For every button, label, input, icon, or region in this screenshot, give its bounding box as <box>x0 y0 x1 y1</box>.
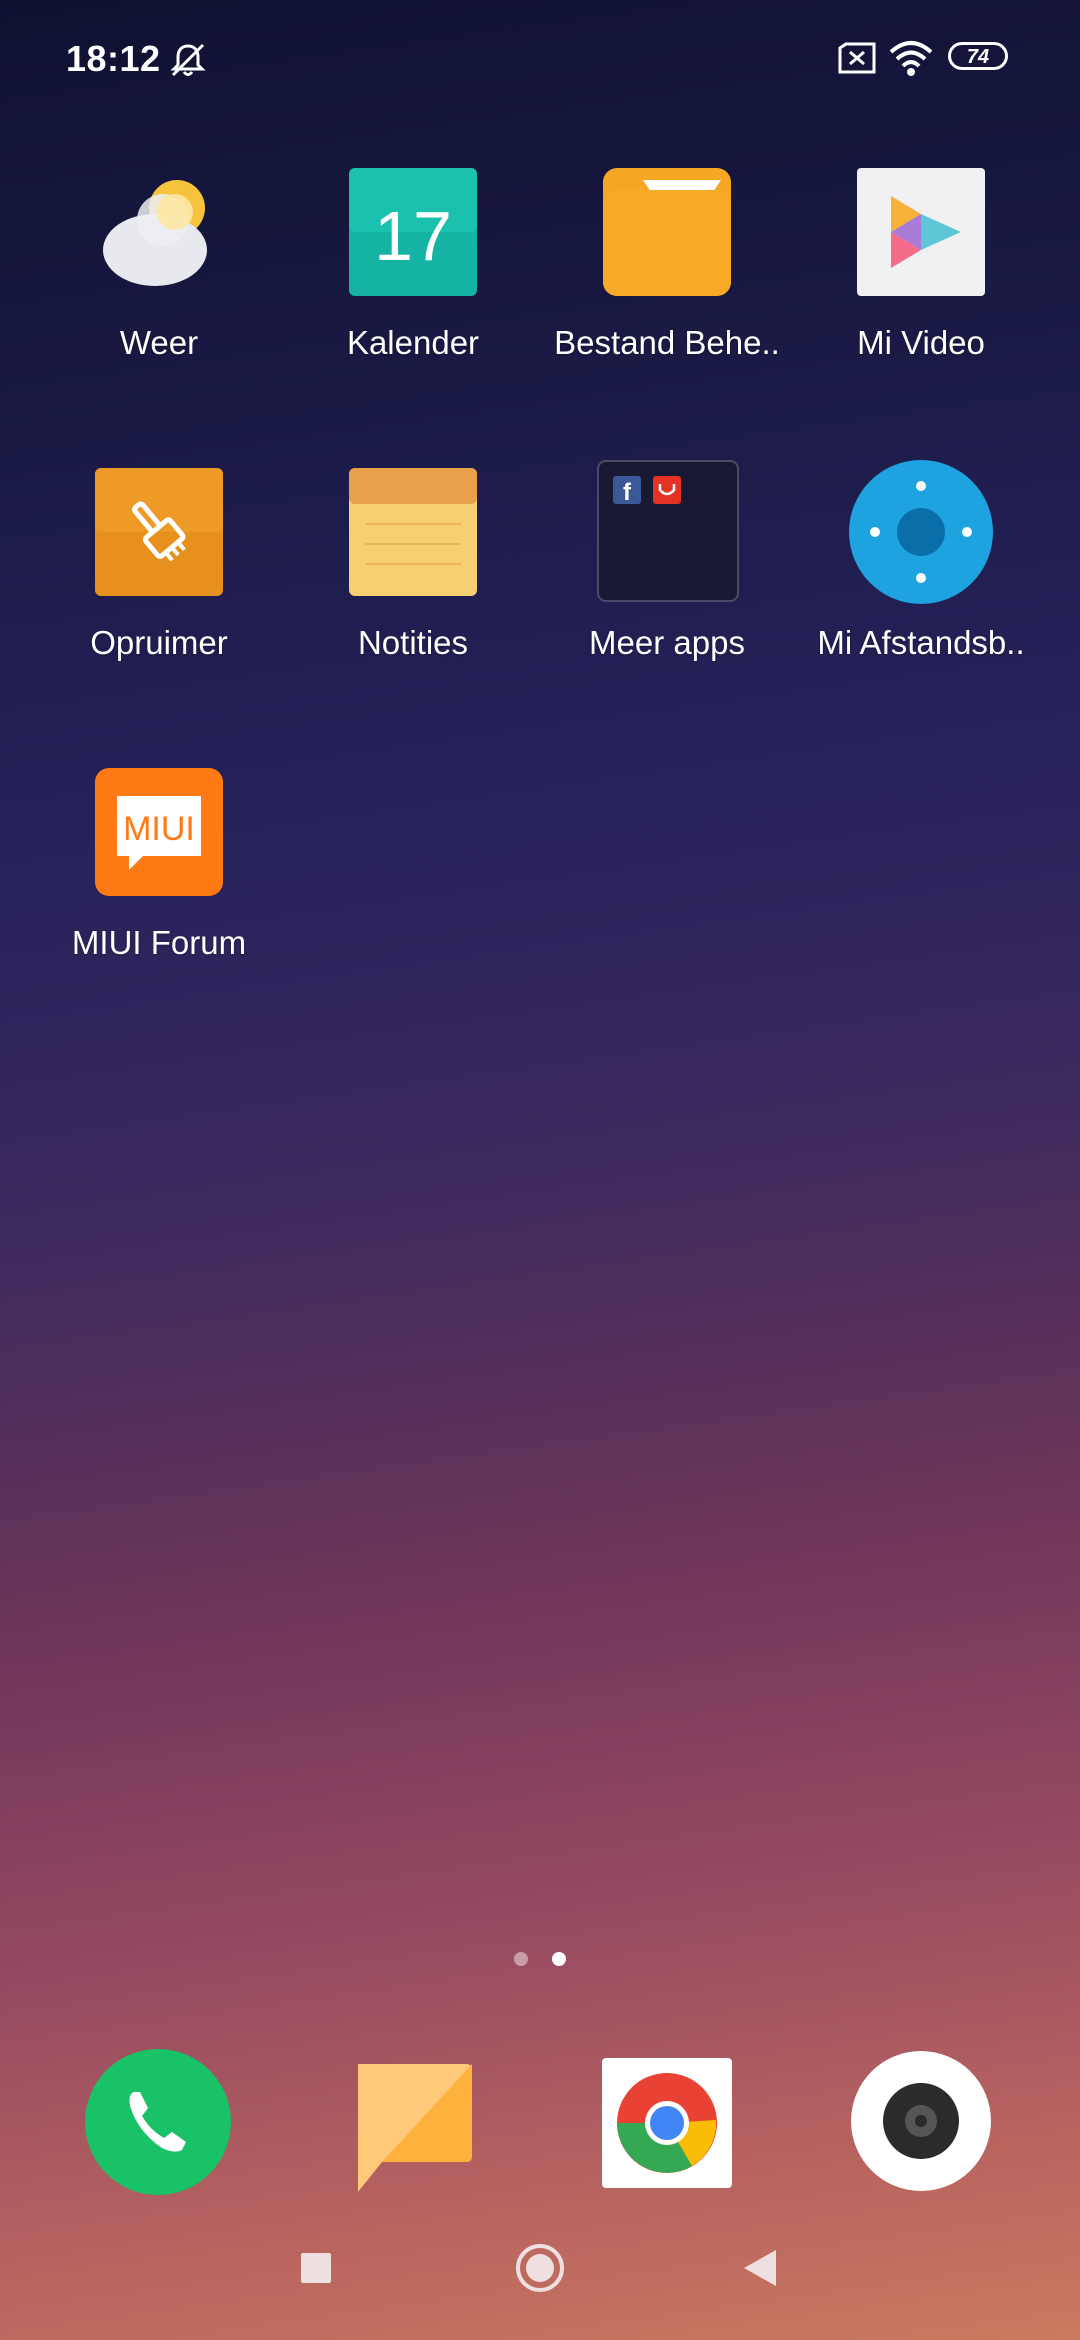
app-label: Mi Afstandsb.. <box>817 624 1025 661</box>
app-label: Mi Video <box>857 324 985 361</box>
app-label: MIUI Forum <box>71 924 247 961</box>
page-indicator <box>0 1952 1080 1972</box>
miui-logo-text: MIUI <box>123 810 195 848</box>
battery-level: 74 <box>966 46 990 68</box>
notes-icon <box>349 468 477 596</box>
app-opruimer[interactable]: Opruimer <box>32 468 286 708</box>
video-play-icon <box>857 168 985 296</box>
page-dot-1[interactable] <box>514 1952 528 1966</box>
battery-icon: 74 <box>948 42 1016 74</box>
miui-forum-icon: MIUI <box>95 768 223 896</box>
app-label: Weer <box>119 324 199 361</box>
broom-icon <box>95 468 223 596</box>
status-time: 18:12 <box>66 38 161 79</box>
app-label: Kalender <box>346 324 480 361</box>
home-icon[interactable] <box>510 2238 570 2298</box>
page-dot-2-active[interactable] <box>552 1952 566 1966</box>
app-miui-forum[interactable]: MIUI MIUI Forum <box>32 768 286 1008</box>
folder-icon <box>603 168 731 296</box>
app-weer[interactable]: Weer <box>32 168 286 408</box>
camera-icon[interactable] <box>850 2050 992 2192</box>
sim-error-icon <box>838 42 876 74</box>
chrome-icon[interactable] <box>602 2058 732 2188</box>
app-kalender[interactable]: 17 Kalender <box>286 168 540 408</box>
app-mi-afstandsbediening[interactable]: Mi Afstandsb.. <box>794 460 1048 700</box>
app-mi-video[interactable]: Mi Video <box>794 168 1048 408</box>
app-label: Notities <box>357 624 469 661</box>
calendar-day: 17 <box>374 197 452 275</box>
app-notities[interactable]: Notities <box>286 468 540 708</box>
folder-group-icon: f <box>597 460 739 602</box>
app-label: Meer apps <box>589 624 745 661</box>
weather-icon <box>103 180 207 286</box>
app-bestand-beheer[interactable]: Bestand Behe.. <box>540 168 794 408</box>
wifi-icon <box>889 41 933 76</box>
app-label: Bestand Behe.. <box>554 324 780 361</box>
remote-icon <box>849 460 993 604</box>
svg-text:f: f <box>623 479 632 506</box>
app-folder-meer-apps[interactable]: f Meer apps <box>540 460 794 700</box>
messages-icon[interactable] <box>352 2060 476 2194</box>
bell-muted-icon <box>170 43 206 77</box>
back-icon[interactable] <box>730 2238 790 2298</box>
recents-icon[interactable] <box>286 2238 346 2298</box>
app-label: Opruimer <box>90 624 228 661</box>
status-bar: 18:12 74 <box>0 0 1080 120</box>
phone-icon[interactable] <box>84 2048 232 2196</box>
calendar-icon: 17 <box>349 168 477 296</box>
